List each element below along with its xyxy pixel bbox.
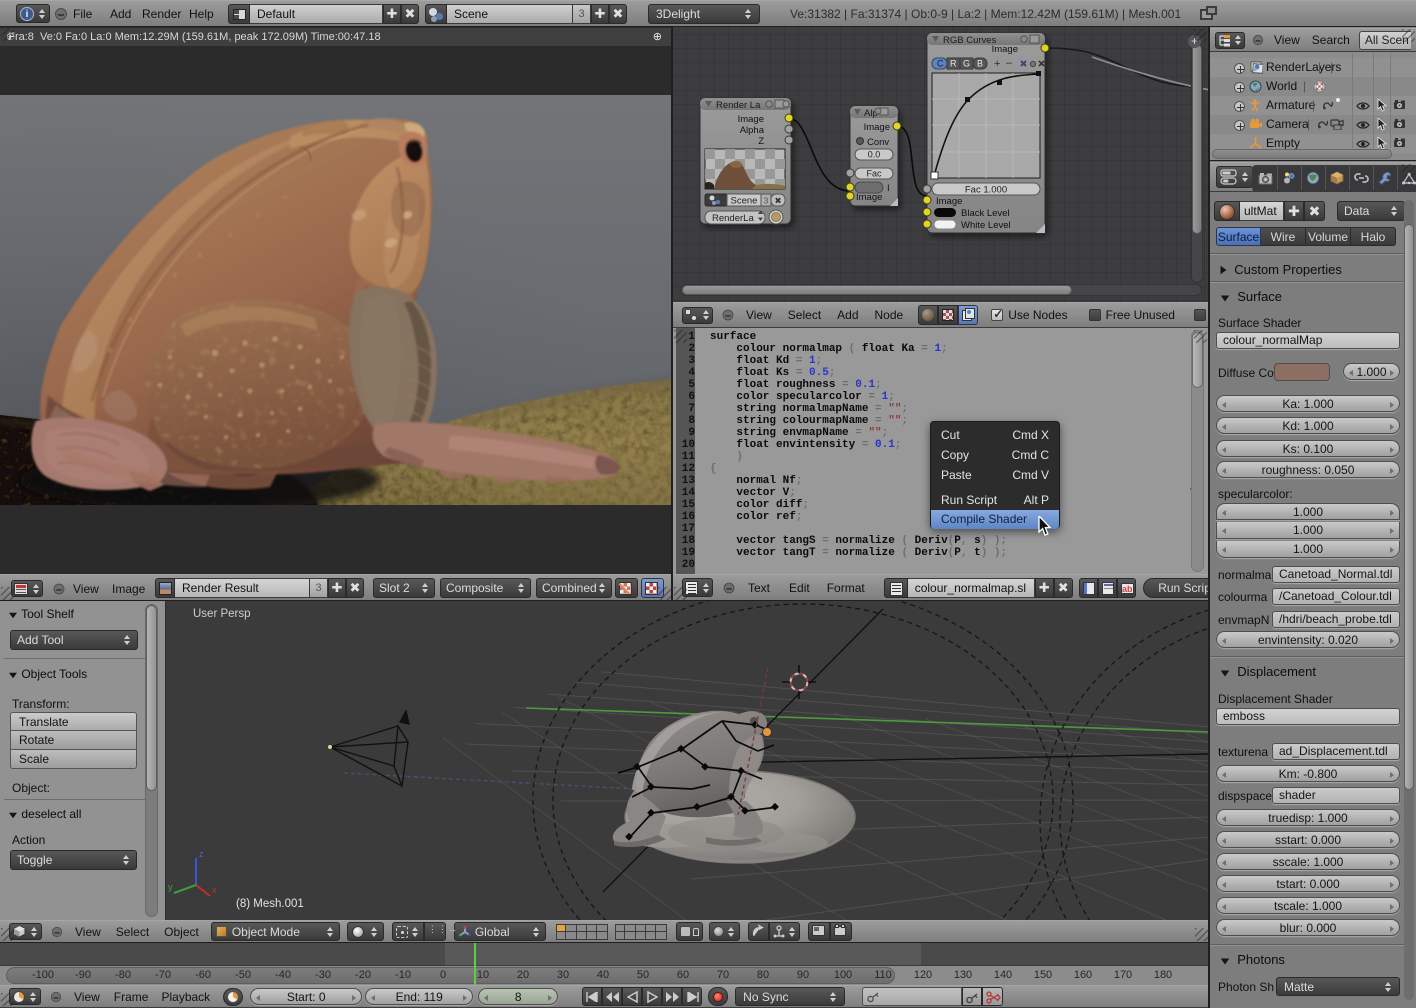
svg-text:Fac: Fac xyxy=(866,169,882,179)
svg-text:Render La: Render La xyxy=(716,100,761,111)
svg-text:Conv: Conv xyxy=(867,137,889,148)
svg-text:3: 3 xyxy=(764,196,769,206)
svg-text:y: y xyxy=(168,882,173,892)
svg-text:G: G xyxy=(963,59,970,69)
svg-text:Image: Image xyxy=(992,44,1018,55)
svg-text:User Persp: User Persp xyxy=(193,608,251,620)
svg-text:Image: Image xyxy=(936,196,962,207)
svg-text:B: B xyxy=(977,59,983,69)
svg-text:R: R xyxy=(950,59,957,69)
svg-text:x: x xyxy=(212,885,217,895)
svg-text:Image: Image xyxy=(738,114,764,125)
svg-text:Fac 1.000: Fac 1.000 xyxy=(965,185,1007,196)
svg-text:z: z xyxy=(199,849,204,859)
svg-text:RenderLa: RenderLa xyxy=(712,213,754,224)
svg-text:White Level: White Level xyxy=(961,220,1011,231)
svg-text:✖: ✖ xyxy=(774,196,781,206)
svg-text:(8) Mesh.001: (8) Mesh.001 xyxy=(236,898,304,910)
svg-text:Scene: Scene xyxy=(731,196,758,207)
svg-text:I: I xyxy=(887,183,890,194)
svg-text:Image: Image xyxy=(864,122,890,133)
svg-text:RGB Curves: RGB Curves xyxy=(943,35,997,46)
svg-text:0.0: 0.0 xyxy=(868,150,881,160)
svg-text:Alpha: Alpha xyxy=(740,125,765,136)
svg-text:–: – xyxy=(1006,57,1013,69)
svg-text:Image: Image xyxy=(856,192,882,203)
svg-text:Black Level: Black Level xyxy=(961,208,1010,219)
svg-text:C: C xyxy=(937,59,944,69)
svg-text:Z: Z xyxy=(758,136,764,147)
svg-text:+: + xyxy=(994,58,1000,70)
